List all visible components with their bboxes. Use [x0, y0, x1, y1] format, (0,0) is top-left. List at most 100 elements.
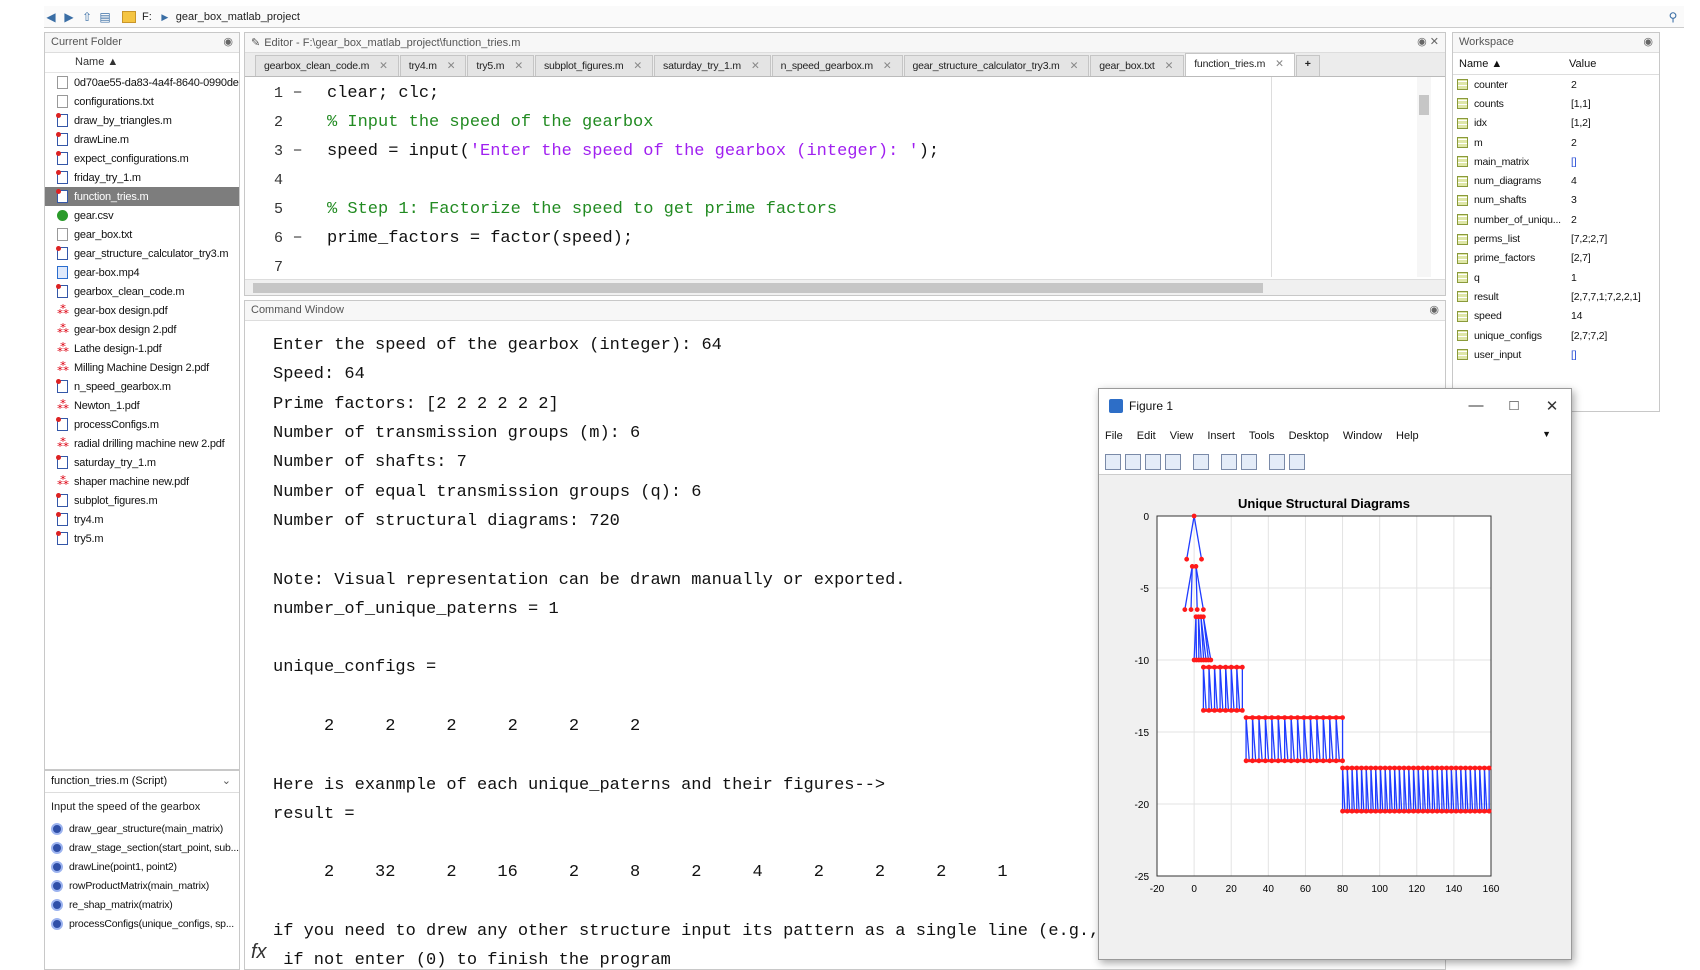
menu-overflow-icon[interactable]: ▼: [1542, 429, 1551, 439]
editor-vertical-scrollbar[interactable]: [1417, 77, 1431, 277]
close-tab-icon[interactable]: ✕: [514, 60, 523, 72]
structural-diagram-chart[interactable]: Unique Structural Diagrams -20 0 20 40 60 80 10…: [1099, 476, 1571, 960]
name-column-header[interactable]: Name ▲: [1453, 53, 1563, 74]
file-item[interactable]: configurations.txt: [45, 92, 239, 111]
close-tab-icon[interactable]: ✕: [1165, 60, 1174, 72]
search-icon[interactable]: ⚲: [1666, 10, 1680, 24]
file-item[interactable]: drawLine.m: [45, 130, 239, 149]
breakpoint-marker[interactable]: −: [293, 85, 315, 102]
open-file-icon[interactable]: [1125, 453, 1141, 470]
name-column-header[interactable]: Name ▲: [45, 53, 239, 73]
property-editor-icon[interactable]: [1289, 453, 1305, 470]
file-item[interactable]: ⁂ Newton_1.pdf: [45, 396, 239, 415]
figure-menu-insert[interactable]: Insert: [1207, 430, 1235, 442]
function-browser-icon[interactable]: fx: [251, 941, 267, 964]
editor-tab[interactable]: gear_structure_calculator_try3.m ✕: [903, 55, 1090, 76]
file-item[interactable]: 0d70ae55-da83-4a4f-8640-0990de...: [45, 73, 239, 92]
breakpoint-marker[interactable]: −: [293, 143, 315, 160]
function-item[interactable]: draw_stage_section(start_point, sub...: [45, 838, 239, 857]
close-tab-icon[interactable]: ✕: [447, 60, 456, 72]
editor-horizontal-scrollbar[interactable]: [245, 279, 1445, 295]
breakpoint-marker[interactable]: −: [293, 230, 315, 247]
figure-menu-file[interactable]: File: [1105, 430, 1123, 442]
panel-actions-icon[interactable]: ◉: [1643, 35, 1653, 48]
code-line[interactable]: 5 % Step 1: Factorize the speed to get pr…: [245, 195, 1425, 224]
file-item[interactable]: function_tries.m: [45, 187, 239, 206]
code-area[interactable]: 1− clear; clc; 2% Input the speed of the g…: [245, 79, 1425, 284]
workspace-variable-row[interactable]: user_input []: [1453, 345, 1659, 364]
code-line[interactable]: 4: [245, 166, 1425, 195]
details-title[interactable]: function_tries.m (Script) ⌄: [45, 771, 239, 793]
editor-tab[interactable]: try4.m ✕: [399, 55, 467, 76]
chevron-down-icon[interactable]: ⌄: [222, 774, 231, 787]
editor-tab[interactable]: gearbox_clean_code.m ✕: [255, 55, 399, 76]
panel-actions-icon[interactable]: ◉: [223, 35, 233, 48]
minimize-button[interactable]: —: [1457, 397, 1495, 415]
editor-tab[interactable]: n_speed_gearbox.m ✕: [771, 55, 903, 76]
workspace-variable-row[interactable]: perms_list [7,2;2,7]: [1453, 229, 1659, 248]
code-line[interactable]: 7: [245, 253, 1425, 282]
file-item[interactable]: saturday_try_1.m: [45, 453, 239, 472]
function-item[interactable]: processConfigs(unique_configs, sp...: [45, 914, 239, 933]
function-item[interactable]: re_shap_matrix(matrix): [45, 895, 239, 914]
save-icon[interactable]: [1145, 453, 1161, 470]
figure-menu-help[interactable]: Help: [1396, 430, 1419, 442]
file-item[interactable]: expect_configurations.m: [45, 149, 239, 168]
workspace-variable-row[interactable]: prime_factors [2,7]: [1453, 249, 1659, 268]
drive-label[interactable]: F:: [142, 11, 152, 23]
file-item[interactable]: gear_structure_calculator_try3.m: [45, 244, 239, 263]
file-item[interactable]: processConfigs.m: [45, 415, 239, 434]
panel-actions-icon[interactable]: ◉: [1429, 303, 1439, 316]
figure-menu-window[interactable]: Window: [1343, 430, 1382, 442]
file-item[interactable]: ⁂ gear-box design.pdf: [45, 301, 239, 320]
workspace-variable-row[interactable]: counts [1,1]: [1453, 94, 1659, 113]
file-item[interactable]: gear.csv: [45, 206, 239, 225]
close-tab-icon[interactable]: ✕: [379, 60, 388, 72]
file-item[interactable]: ⁂ shaper machine new.pdf: [45, 472, 239, 491]
code-line[interactable]: 3− speed = input('Enter the speed of the …: [245, 137, 1425, 166]
close-panel-icon[interactable]: ◉ ✕: [1417, 35, 1439, 48]
back-arrow-icon[interactable]: ◀: [44, 10, 58, 24]
print-icon[interactable]: [1165, 453, 1181, 470]
close-tab-icon[interactable]: ✕: [633, 60, 642, 72]
workspace-variable-row[interactable]: main_matrix []: [1453, 152, 1659, 171]
close-button[interactable]: ✕: [1533, 397, 1571, 415]
file-item[interactable]: ⁂ gear-box design 2.pdf: [45, 320, 239, 339]
file-item[interactable]: gearbox_clean_code.m: [45, 282, 239, 301]
function-item[interactable]: drawLine(point1, point2): [45, 857, 239, 876]
workspace-variable-row[interactable]: idx [1,2]: [1453, 114, 1659, 133]
browse-folder-icon[interactable]: ▤: [98, 10, 112, 24]
editor-tab[interactable]: try5.m ✕: [467, 55, 534, 76]
workspace-variable-row[interactable]: speed 14: [1453, 307, 1659, 326]
address-path[interactable]: gear_box_matlab_project: [176, 11, 1666, 23]
file-item[interactable]: ⁂ Milling Machine Design 2.pdf: [45, 358, 239, 377]
pointer-icon[interactable]: [1269, 453, 1285, 470]
figure-menu-tools[interactable]: Tools: [1249, 430, 1275, 442]
editor-tab[interactable]: subplot_figures.m ✕: [534, 55, 654, 76]
workspace-variable-row[interactable]: num_diagrams 4: [1453, 171, 1659, 190]
file-item[interactable]: ⁂ Lathe design-1.pdf: [45, 339, 239, 358]
close-tab-icon[interactable]: ✕: [1070, 60, 1079, 72]
maximize-button[interactable]: □: [1495, 397, 1533, 415]
link-plot-icon[interactable]: [1193, 453, 1209, 470]
file-item[interactable]: try5.m: [45, 529, 239, 548]
figure-titlebar[interactable]: Figure 1 — □ ✕: [1099, 389, 1571, 423]
file-item[interactable]: ⁂ radial drilling machine new 2.pdf: [45, 434, 239, 453]
editor-tab[interactable]: gear_box.txt ✕: [1090, 55, 1185, 76]
file-item[interactable]: subplot_figures.m: [45, 491, 239, 510]
function-item[interactable]: draw_gear_structure(main_matrix): [45, 819, 239, 838]
workspace-variable-row[interactable]: unique_configs [2,7;7,2]: [1453, 326, 1659, 345]
editor-tab[interactable]: saturday_try_1.m ✕: [654, 55, 771, 76]
workspace-variable-row[interactable]: result [2,7,7,1;7,2,2,1]: [1453, 287, 1659, 306]
file-item[interactable]: gear-box.mp4: [45, 263, 239, 282]
editor-tab[interactable]: function_tries.m ✕: [1185, 53, 1295, 76]
code-line[interactable]: 6− prime_factors = factor(speed);: [245, 224, 1425, 253]
close-tab-icon[interactable]: ✕: [1275, 58, 1284, 70]
workspace-variable-row[interactable]: num_shafts 3: [1453, 191, 1659, 210]
colorbar-icon[interactable]: [1221, 453, 1237, 470]
file-item[interactable]: draw_by_triangles.m: [45, 111, 239, 130]
figure-menu-desktop[interactable]: Desktop: [1289, 430, 1329, 442]
file-item[interactable]: try4.m: [45, 510, 239, 529]
file-item[interactable]: friday_try_1.m: [45, 168, 239, 187]
figure-menu-view[interactable]: View: [1170, 430, 1194, 442]
